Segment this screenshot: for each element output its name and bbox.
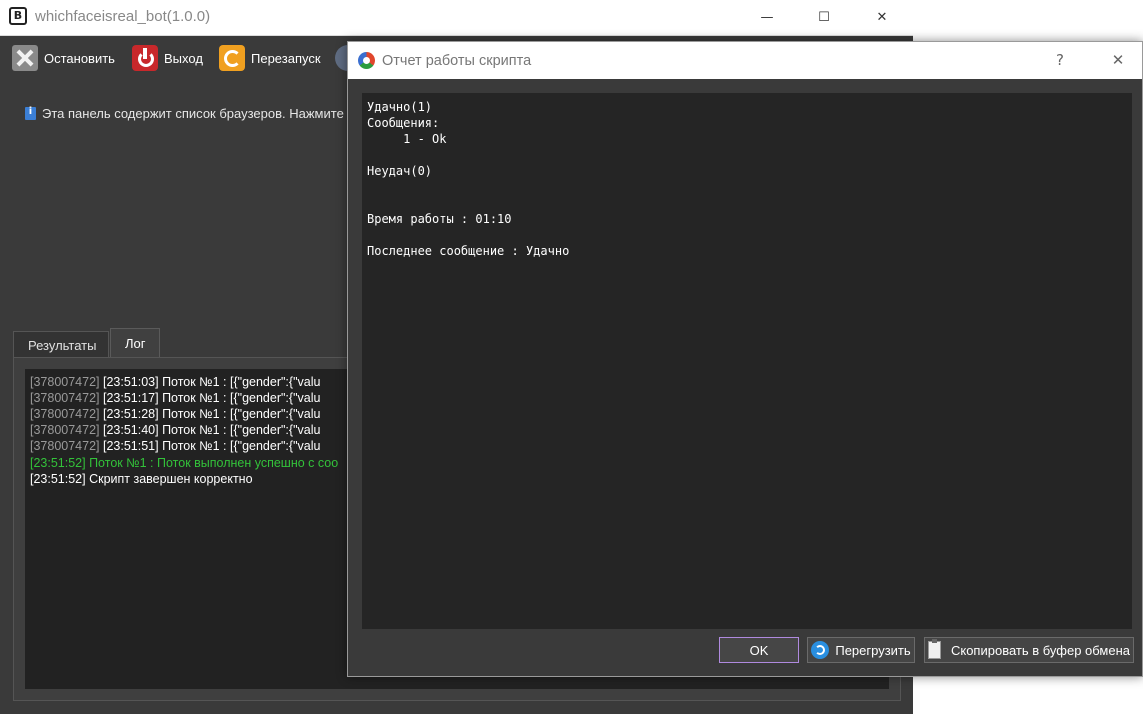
stop-button[interactable]: Остановить — [12, 44, 115, 72]
exit-label: Выход — [164, 50, 203, 66]
report-last-message: Последнее сообщение : Удачно — [367, 244, 570, 258]
tab-log[interactable]: Лог — [110, 328, 160, 358]
minimize-button[interactable]: — — [744, 0, 790, 35]
stop-label: Остановить — [44, 50, 115, 66]
report-message: 1 - Ok — [367, 132, 447, 146]
app-icon: B — [9, 7, 27, 25]
pie-chart-icon — [358, 52, 375, 69]
log-line: [378007472] [23:51:40] Поток №1 : [{"gen… — [30, 423, 320, 437]
restart-label: Перезапуск — [251, 50, 321, 66]
dialog-titlebar: Отчет работы скрипта ? ✕ — [348, 42, 1142, 79]
dialog-close-button[interactable]: ✕ — [1098, 42, 1138, 79]
log-line: [378007472] [23:51:17] Поток №1 : [{"gen… — [30, 391, 320, 405]
report-runtime: Время работы : 01:10 — [367, 212, 512, 226]
log-line: [378007472] [23:51:28] Поток №1 : [{"gen… — [30, 407, 320, 421]
restart-button[interactable]: Перезапуск — [219, 44, 321, 72]
report-fail: Неудач(0) — [367, 164, 433, 178]
clipboard-icon — [927, 639, 941, 659]
refresh-icon — [811, 641, 830, 659]
main-titlebar: B whichfaceisreal_bot(1.0.0) — ☐ ✕ — [0, 0, 913, 36]
report-messages-header: Сообщения: — [367, 116, 440, 130]
help-button[interactable]: ? — [1040, 42, 1080, 79]
log-line: [378007472] [23:51:03] Поток №1 : [{"gen… — [30, 375, 320, 389]
close-button[interactable]: ✕ — [859, 0, 905, 35]
log-thread-id: [378007472] — [30, 375, 100, 389]
copy-to-clipboard-button[interactable]: Скопировать в буфер обмена — [924, 637, 1134, 663]
ok-label: OK — [749, 642, 769, 658]
report-success: Удачно(1) — [367, 100, 433, 114]
log-line-finished: [23:51:52] Скрипт завершен корректно — [30, 472, 253, 486]
log-thread-id: [378007472] — [30, 439, 100, 453]
dialog-title: Отчет работы скрипта — [382, 53, 532, 69]
log-line: [378007472] [23:51:51] Поток №1 : [{"gen… — [30, 439, 320, 453]
tab-results[interactable]: Результаты — [13, 331, 109, 358]
reload-label: Перегрузить — [835, 642, 911, 658]
maximize-button[interactable]: ☐ — [801, 0, 847, 35]
log-text: [23:51:03] Поток №1 : [{"gender":{"valu — [99, 375, 321, 389]
log-thread-id: [378007472] — [30, 407, 100, 421]
window-title: whichfaceisreal_bot(1.0.0) — [35, 8, 211, 25]
restart-icon — [219, 45, 245, 71]
log-thread-id: [378007472] — [30, 423, 100, 437]
ok-button[interactable]: OK — [719, 637, 799, 663]
power-icon — [132, 45, 158, 71]
exit-button[interactable]: Выход — [132, 44, 203, 72]
log-text: [23:51:17] Поток №1 : [{"gender":{"valu — [99, 391, 321, 405]
copy-label: Скопировать в буфер обмена — [950, 642, 1131, 658]
log-thread-id: [378007472] — [30, 391, 100, 405]
reload-button[interactable]: Перегрузить — [807, 637, 915, 663]
report-text-area[interactable]: Удачно(1) Сообщения: 1 - Ok Неудач(0) Вр… — [362, 93, 1132, 629]
info-icon — [25, 106, 36, 120]
log-text: [23:51:40] Поток №1 : [{"gender":{"valu — [99, 423, 321, 437]
log-line-success: [23:51:52] Поток №1 : Поток выполнен усп… — [30, 456, 339, 470]
report-dialog: Отчет работы скрипта ? ✕ Удачно(1) Сообщ… — [347, 41, 1143, 677]
log-text: [23:51:51] Поток №1 : [{"gender":{"valu — [99, 439, 321, 453]
stop-icon — [12, 45, 38, 71]
log-text: [23:51:28] Поток №1 : [{"gender":{"valu — [99, 407, 321, 421]
info-text: Эта панель содержит список браузеров. На… — [42, 106, 355, 121]
info-row: Эта панель содержит список браузеров. На… — [25, 106, 355, 121]
